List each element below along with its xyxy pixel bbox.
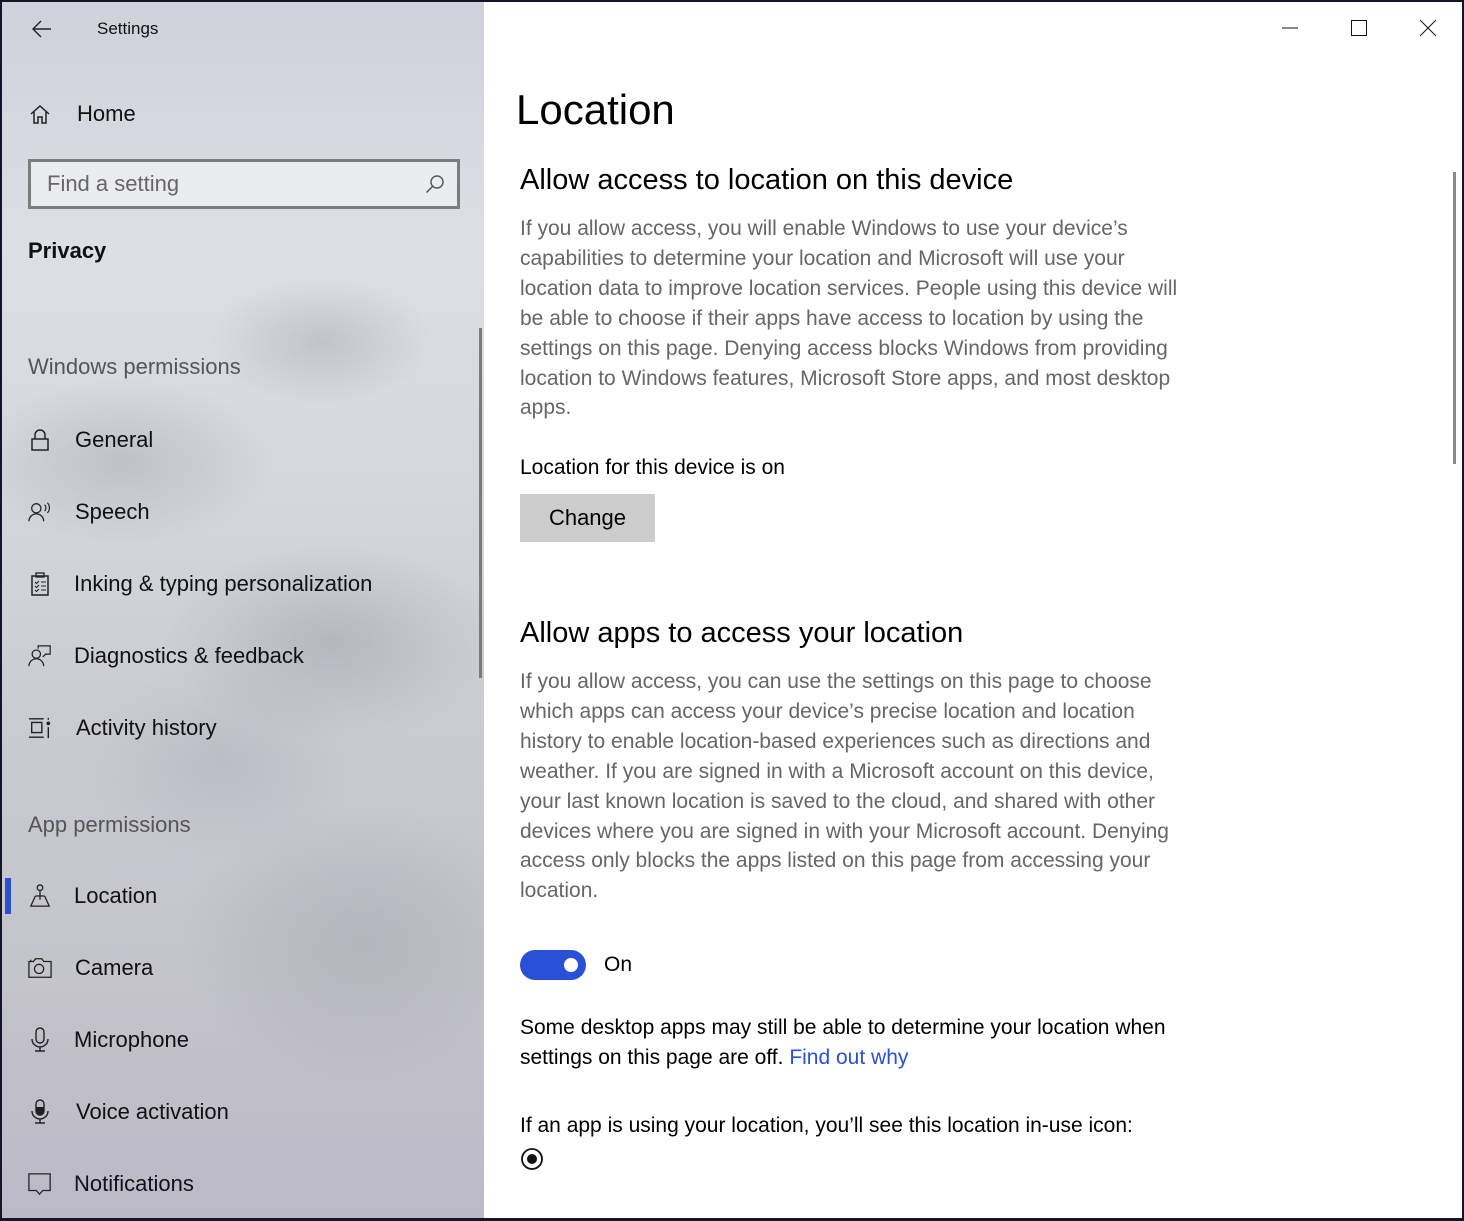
device-section-description: If you allow access, you will enable Win… (520, 217, 1178, 420)
search-input[interactable] (45, 170, 419, 198)
sidebar-item-label: Voice activation (76, 1099, 229, 1124)
camera-icon (28, 956, 52, 980)
sidebar-item-inking-typing[interactable]: Inking & typing personalization (2, 556, 472, 612)
close-icon (1419, 20, 1436, 36)
notifications-icon (28, 1172, 52, 1196)
device-section-heading: Allow access to location on this device (520, 164, 1014, 196)
feedback-icon (28, 644, 52, 668)
page-title: Location (516, 86, 675, 133)
sidebar-item-location[interactable]: Location (2, 868, 472, 924)
group-heading-app-permissions: App permissions (28, 812, 191, 837)
sidebar-item-label: Location (74, 883, 158, 908)
search-icon[interactable] (425, 174, 445, 199)
sidebar-item-label: Speech (75, 499, 150, 524)
settings-window: Settings Home Privacy Windows permission… (2, 2, 1462, 1218)
apps-section-heading: Allow apps to access your location (520, 617, 964, 649)
back-arrow-icon (32, 20, 51, 38)
location-in-use-icon (520, 1147, 544, 1176)
sidebar-item-general[interactable]: General (2, 412, 472, 468)
sidebar-item-label: Notifications (74, 1171, 194, 1196)
sidebar-item-label: Microphone (74, 1027, 189, 1052)
find-out-why-link[interactable]: Find out why (789, 1046, 908, 1069)
speech-icon (28, 500, 52, 524)
inuse-text: If an app is using your location, you’ll… (520, 1114, 1133, 1137)
minimize-button[interactable] (1255, 2, 1324, 54)
sidebar-item-label: Inking & typing personalization (74, 571, 373, 596)
sidebar-scrollbar[interactable] (479, 328, 482, 678)
voice-activation-icon (28, 1099, 52, 1124)
sidebar-item-label: Activity history (76, 715, 217, 740)
sidebar-item-microphone[interactable]: Microphone (2, 1012, 472, 1068)
change-button[interactable]: Change (520, 494, 655, 542)
sidebar: Settings Home Privacy Windows permission… (2, 2, 484, 1218)
toggle-knob (564, 958, 578, 972)
timeline-icon (28, 716, 52, 740)
lock-icon (28, 428, 52, 452)
sidebar-item-label: Home (77, 101, 136, 126)
apps-section-description: If you allow access, you can use the set… (520, 670, 1169, 903)
sidebar-item-camera[interactable]: Camera (2, 940, 472, 996)
title-bar: Settings (2, 2, 484, 58)
microphone-icon (28, 1027, 52, 1052)
device-location-status: Location for this device is on (520, 456, 785, 479)
sidebar-item-label: Diagnostics & feedback (74, 643, 304, 668)
location-icon (28, 884, 52, 908)
sidebar-item-label: General (75, 427, 154, 452)
desktop-apps-note: Some desktop apps may still be able to d… (520, 1013, 1180, 1073)
main-content: Location Allow access to location on thi… (484, 2, 1462, 1218)
home-icon (28, 102, 52, 126)
sidebar-item-home[interactable]: Home (2, 90, 472, 138)
category-heading: Privacy (28, 238, 107, 263)
sidebar-item-activity-history[interactable]: Activity history (2, 700, 472, 756)
sidebar-item-notifications[interactable]: Notifications (2, 1156, 472, 1212)
group-heading-windows-permissions: Windows permissions (28, 354, 241, 379)
clipboard-icon (28, 572, 52, 596)
search-box[interactable] (28, 159, 460, 209)
minimize-icon (1281, 27, 1298, 29)
maximize-icon (1350, 20, 1367, 36)
sidebar-item-diagnostics[interactable]: Diagnostics & feedback (2, 628, 472, 684)
close-button[interactable] (1393, 2, 1462, 54)
app-title: Settings (97, 19, 159, 38)
maximize-button[interactable] (1324, 2, 1393, 54)
location-apps-toggle[interactable] (520, 950, 586, 980)
back-button[interactable] (24, 14, 60, 44)
sidebar-item-voice-activation[interactable]: Voice activation (2, 1084, 472, 1140)
sidebar-item-label: Camera (75, 955, 154, 980)
toggle-state-label: On (604, 953, 633, 976)
window-controls (1255, 2, 1462, 54)
sidebar-item-speech[interactable]: Speech (2, 484, 472, 540)
main-scrollbar[interactable] (1453, 172, 1456, 464)
